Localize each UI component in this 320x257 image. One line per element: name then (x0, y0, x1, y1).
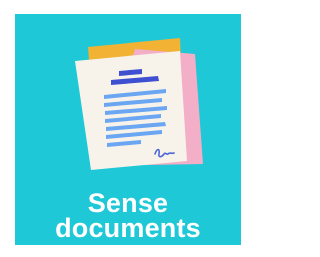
app-tile-sense-documents[interactable]: Sense documents (15, 14, 241, 245)
app-label-line-2: documents (55, 213, 201, 243)
